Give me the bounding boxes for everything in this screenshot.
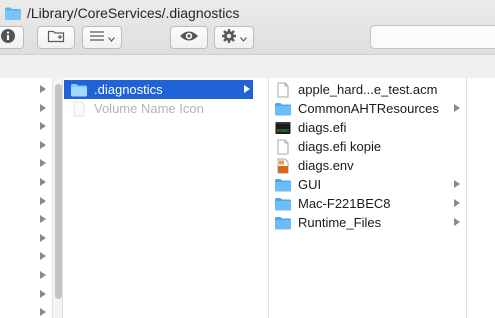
new-folder-button[interactable] <box>37 26 75 49</box>
disclosure-arrow-icon[interactable] <box>40 103 46 112</box>
quick-look-button[interactable] <box>170 26 208 49</box>
disclosure-arrow-icon <box>454 180 460 188</box>
path-bar <box>0 54 495 78</box>
disclosure-arrow-icon[interactable] <box>40 233 46 242</box>
list-item-name: GUI <box>298 177 322 192</box>
disclosure-arrow-icon[interactable] <box>40 196 46 205</box>
action-gear-icon <box>221 28 237 47</box>
list-item[interactable]: Runtime_Files <box>274 213 462 232</box>
executable-icon: exec <box>274 120 292 136</box>
ghost-item-name: Volume Name Icon <box>94 101 204 116</box>
file-icon <box>70 101 88 117</box>
search-input[interactable] <box>370 25 495 49</box>
disclosure-arrow-icon[interactable] <box>40 252 46 261</box>
scrollbar-thumb[interactable] <box>55 84 62 299</box>
chevron-down-icon <box>240 30 247 45</box>
list-item[interactable]: diags.efi kopie <box>274 137 462 156</box>
list-item-name: diags.efi kopie <box>298 139 382 154</box>
disclosure-arrow-icon[interactable] <box>40 122 46 131</box>
disclosure-arrow-icon <box>454 104 460 112</box>
info-button[interactable] <box>0 26 24 49</box>
list-item-selected-folder[interactable]: .diagnostics <box>64 80 253 99</box>
folder-icon <box>274 215 292 231</box>
disclosure-arrow-icon <box>454 199 460 207</box>
disclosure-arrow-icon[interactable] <box>40 178 46 186</box>
new-folder-icon <box>47 29 65 46</box>
column-scrollbar[interactable] <box>52 78 62 318</box>
list-item[interactable]: CommonAHTResources <box>274 99 462 118</box>
list-item-name: Mac-F221BEC8 <box>298 196 391 211</box>
selected-folder-name: .diagnostics <box>94 82 163 97</box>
env-file-icon <box>274 158 292 174</box>
disclosure-arrow-icon[interactable] <box>40 85 46 93</box>
list-item[interactable]: apple_hard...e_test.acm <box>274 80 462 99</box>
list-item-name: Runtime_Files <box>298 215 382 230</box>
chevron-down-icon <box>108 30 115 45</box>
list-item[interactable]: Mac-F221BEC8 <box>274 194 462 213</box>
disclosure-arrow-icon[interactable] <box>40 215 46 224</box>
parent-column[interactable] <box>0 78 63 318</box>
list-item-name: diags.efi <box>298 120 347 135</box>
list-item-name: CommonAHTResources <box>298 101 439 116</box>
list-item[interactable]: diags.env <box>274 156 462 175</box>
folder-icon <box>4 6 22 21</box>
view-options-icon <box>89 30 105 45</box>
window-title: /Library/CoreServices/.diagnostics <box>4 2 239 24</box>
list-item[interactable]: GUI <box>274 175 462 194</box>
window-toolbar: /Library/CoreServices/.diagnostics <box>0 0 495 78</box>
disclosure-arrow-icon <box>454 218 460 226</box>
folder-icon <box>274 177 292 193</box>
disclosure-arrow-icon[interactable] <box>40 289 46 298</box>
folder-icon <box>70 82 88 98</box>
list-item-name: apple_hard...e_test.acm <box>298 82 438 97</box>
folder-icon <box>274 101 292 117</box>
svg-text:exec: exec <box>277 128 289 134</box>
window-title-text: /Library/CoreServices/.diagnostics <box>27 5 240 21</box>
coreservices-column[interactable]: .diagnostics Volume Name Icon <box>64 78 269 318</box>
diagnostics-column[interactable]: apple_hard...e_test.acm CommonAHTResource… <box>270 78 465 318</box>
action-button[interactable] <box>214 26 254 49</box>
disclosure-arrow-icon[interactable] <box>40 140 46 149</box>
list-item[interactable]: exec diags.efi <box>274 118 462 137</box>
list-item-name: diags.env <box>298 158 354 173</box>
list-item-ghost[interactable]: Volume Name Icon <box>64 99 253 118</box>
view-options-button[interactable] <box>82 26 122 49</box>
empty-column <box>466 78 495 318</box>
quick-look-eye-icon <box>179 30 199 45</box>
document-icon <box>274 82 292 98</box>
info-icon <box>0 28 16 47</box>
folder-icon <box>274 196 292 212</box>
document-icon <box>274 139 292 155</box>
disclosure-arrow-icon[interactable] <box>40 159 46 168</box>
disclosure-arrow-icon <box>244 85 250 93</box>
disclosure-arrow-icon[interactable] <box>40 271 46 279</box>
disclosure-arrow-icon[interactable] <box>40 308 46 317</box>
